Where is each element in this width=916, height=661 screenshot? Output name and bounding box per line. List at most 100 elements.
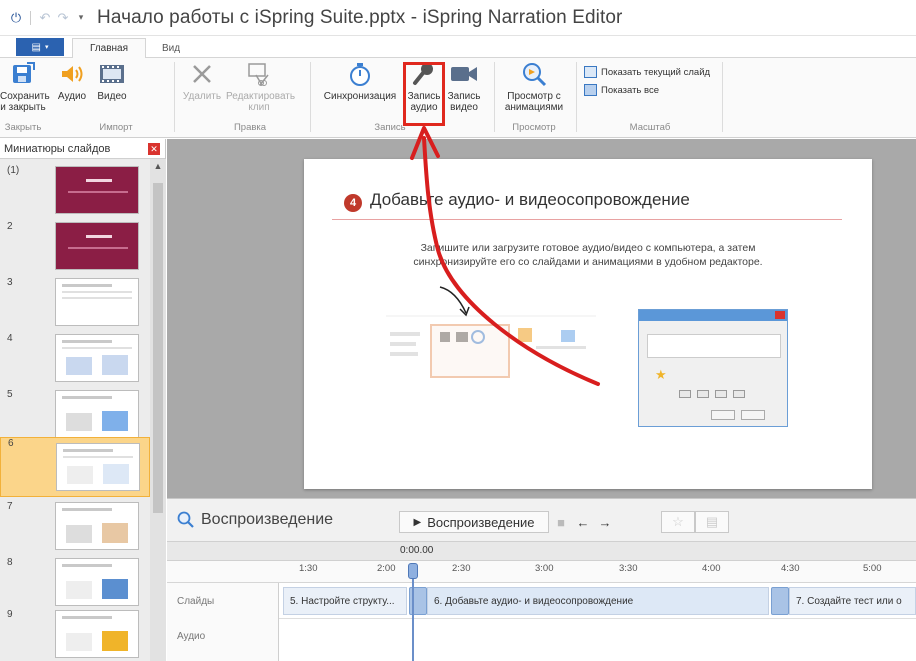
scroll-up-icon[interactable]: ▲ <box>150 159 166 173</box>
slide-panel-title: Миниатюры слайдов <box>4 142 111 155</box>
play-button[interactable]: ▶ Воспроизведение <box>399 511 549 533</box>
play-label: Воспроизведение <box>427 514 535 530</box>
save-close-icon <box>8 60 38 88</box>
ruler-tick: 3:00 <box>535 563 554 574</box>
power-icon[interactable]: ⏻ <box>8 10 24 26</box>
slide-preview <box>55 166 139 214</box>
dialog-info-box <box>647 334 781 358</box>
slide-number: 6 <box>8 438 14 449</box>
slide-thumbnail[interactable]: 8 <box>0 557 150 613</box>
dialog-titlebar <box>639 310 787 321</box>
time-ruler[interactable]: 1:30 2:00 2:30 3:00 3:30 4:00 4:30 5:00 <box>167 561 916 583</box>
edit-clip-button[interactable]: Редактировать клип <box>226 60 296 113</box>
slides-track: 5. Настройте структу... 6. Добавьте ауди… <box>279 583 916 619</box>
dialog-cancel-button <box>741 410 765 420</box>
slide-title: Добавьте аудио- и видеосопровождение <box>370 190 690 209</box>
slide-body: Запишите или загрузите готовое аудио/вид… <box>334 241 842 269</box>
thumbnails-scrollbar[interactable]: ▲ <box>150 159 166 661</box>
ruler-tick: 4:00 <box>702 563 721 574</box>
group-separator <box>174 62 175 132</box>
edit-clip-label: Редактировать клип <box>226 91 296 113</box>
next-icon <box>733 390 745 398</box>
tab-home[interactable]: Главная <box>72 38 146 59</box>
ruler-tick: 2:00 <box>377 563 396 574</box>
show-current-slide-button[interactable]: Показать текущий слайд <box>584 66 710 78</box>
slide-thumbnail[interactable]: (1) <box>0 165 150 221</box>
sync-button[interactable]: Синхронизация <box>318 60 402 102</box>
stop-button[interactable]: ■ <box>551 511 571 533</box>
redo-icon[interactable]: ↷ <box>55 10 71 26</box>
timeline-segment[interactable]: 7. Создайте тест или о <box>789 587 916 615</box>
slide-number: 8 <box>7 557 13 568</box>
undo-icon[interactable]: ↶ <box>37 10 53 26</box>
group-separator <box>576 62 577 132</box>
timeline-segment-active[interactable]: 6. Добавьте аудио- и видеосопровождение <box>427 587 769 615</box>
slide-thumbnail[interactable]: 3 <box>0 277 150 333</box>
slide-number: 9 <box>7 609 13 620</box>
speaker-icon <box>57 60 87 88</box>
track-label-audio: Аудио <box>177 631 206 642</box>
audio-label: Аудио <box>57 91 87 102</box>
ribbon-tabs: ▤ ▾ Главная Вид <box>0 36 916 59</box>
slide-preview <box>56 443 140 491</box>
delete-button[interactable]: Удалить <box>180 60 224 102</box>
toolbar-separator <box>30 10 31 25</box>
playback-title: Воспроизведение <box>201 511 334 528</box>
slide-thumbnail-selected[interactable]: 6 <box>0 437 150 497</box>
save-close-label: Сохранить и закрыть <box>0 91 50 113</box>
group-label-scale: Масштаб <box>629 122 671 133</box>
group-label-close: Закрыть <box>4 122 42 133</box>
record-video-button[interactable]: Запись видео <box>444 60 484 113</box>
show-all-button[interactable]: Показать все <box>584 84 659 96</box>
camera-icon <box>449 60 479 88</box>
save-close-button[interactable]: Сохранить и закрыть <box>0 60 50 113</box>
next-button[interactable]: → <box>595 511 615 533</box>
audio-import-button[interactable]: Аудио <box>52 60 92 102</box>
slide-thumbnail[interactable]: 7 <box>0 501 150 557</box>
list-icon: ▤ <box>705 514 719 529</box>
video-import-button[interactable]: Видео <box>92 60 132 102</box>
audio-track[interactable] <box>279 619 916 661</box>
screenshot-highlight <box>430 324 510 378</box>
ruler-tick: 3:30 <box>619 563 638 574</box>
step-badge: 4 <box>344 194 362 212</box>
file-menu-button[interactable]: ▤ ▾ <box>16 38 64 56</box>
star-icon: ★ <box>655 367 667 382</box>
star-button[interactable]: ☆ <box>661 511 695 533</box>
slide-preview <box>55 334 139 382</box>
segment-handle[interactable] <box>771 587 789 615</box>
group-label-preview: Просмотр <box>512 122 556 133</box>
playhead-handle[interactable] <box>408 563 418 579</box>
list-button[interactable]: ▤ <box>695 511 729 533</box>
prev-button[interactable]: ← <box>573 511 593 533</box>
slide-thumbnail[interactable]: 4 <box>0 333 150 389</box>
stopwatch-icon <box>345 60 375 88</box>
slide-preview <box>55 278 139 326</box>
playback-heading: Воспроизведение <box>177 511 333 529</box>
ruler-tick: 5:00 <box>863 563 882 574</box>
close-icon[interactable]: ✕ <box>148 143 160 155</box>
play-icon: ▶ <box>413 516 422 528</box>
slide-preview <box>55 502 139 550</box>
group-separator <box>310 62 311 132</box>
arrow-right-icon: → <box>598 514 612 530</box>
slide-number: 3 <box>7 277 13 288</box>
preview-animations-button[interactable]: Просмотр с анимациями <box>496 60 572 113</box>
tab-view[interactable]: Вид <box>158 38 184 59</box>
dialog-ok-button <box>711 410 735 420</box>
show-current-label: Показать текущий слайд <box>601 66 711 78</box>
group-label-edit: Правка <box>233 122 267 133</box>
slide-thumbnail[interactable]: 9 <box>0 609 150 661</box>
slide-thumbnail[interactable]: 2 <box>0 221 150 277</box>
ruler-tick: 2:30 <box>452 563 471 574</box>
record-icon <box>679 390 691 398</box>
scrollbar-thumb[interactable] <box>153 183 163 513</box>
title-bar: ⏻ ↶ ↷ ▾ Начало работы с iSpring Suite.pp… <box>0 0 916 36</box>
slide-thumbnails-panel: Миниатюры слайдов ✕ (1) 2 3 4 5 6 7 8 9 … <box>0 139 166 661</box>
customize-toolbar-icon[interactable]: ▾ <box>73 10 89 26</box>
edit-clip-icon <box>244 60 274 88</box>
playhead[interactable] <box>408 563 418 661</box>
timeline-segment[interactable]: 5. Настройте структу... <box>283 587 407 615</box>
slide-number: 2 <box>7 221 13 232</box>
slide-body-line: Запишите или загрузите готовое аудио/вид… <box>420 242 756 254</box>
